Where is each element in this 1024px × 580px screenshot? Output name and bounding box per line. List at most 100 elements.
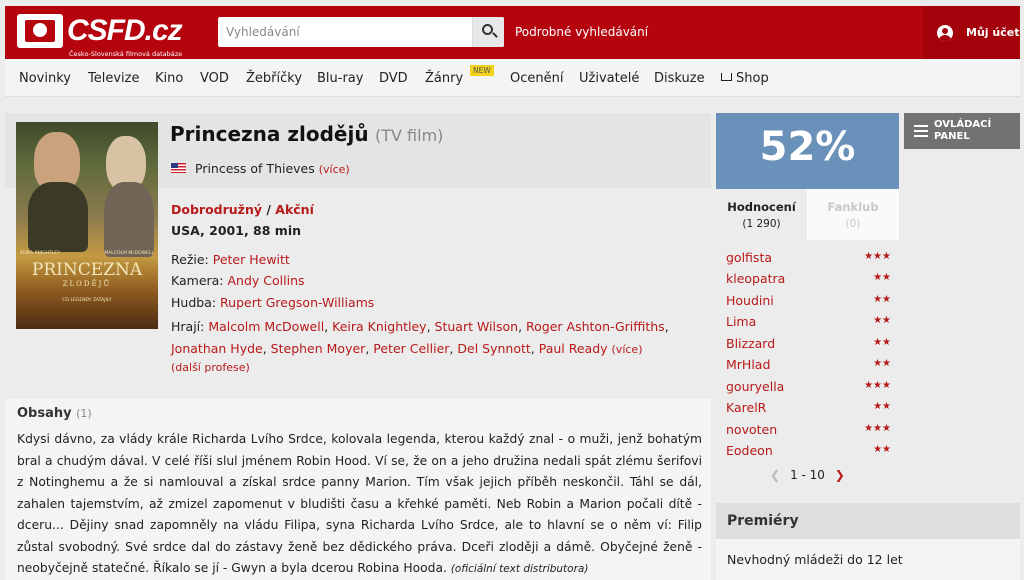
camera-label: Kamera: [171, 273, 224, 288]
rating-user-link[interactable]: Lima [726, 314, 756, 329]
plot-body: Kdysi dávno, za vlády krále Richarda Lví… [17, 432, 702, 575]
camera-link[interactable]: Andy Collins [228, 273, 305, 288]
search-input[interactable] [226, 23, 466, 41]
stars-icon: ★★ [873, 358, 891, 369]
nav-item-shop[interactable]: Shop [721, 71, 769, 86]
nav-item-oceneni[interactable]: Ocenění [510, 71, 563, 86]
chevron-left-icon[interactable]: ❮ [770, 468, 780, 482]
stars-icon: ★★ [873, 337, 891, 348]
music-row: Hudba: Rupert Gregson-Williams [171, 295, 374, 310]
stars-icon: ★★★ [864, 380, 891, 391]
film-poster[interactable]: KEIRA KNIGHTLEY MALCOLM McDOWELL PRINCEZ… [16, 122, 158, 329]
poster-title: PRINCEZNA [31, 260, 143, 280]
cast-link[interactable]: Stephen Moyer [271, 341, 366, 356]
account-button[interactable]: Můj účet [923, 6, 1020, 59]
tab-fanclub[interactable]: Fanklub (0) [807, 189, 899, 240]
advanced-search-link[interactable]: Podrobné vyhledávání [515, 25, 648, 39]
nav-item-dvd[interactable]: DVD [379, 71, 408, 86]
nav-shop-label: Shop [736, 71, 769, 86]
genres: Dobrodružný / Akční [171, 202, 314, 217]
cast-link[interactable]: Paul Ready [539, 341, 608, 356]
rating-user-link[interactable]: golfista [726, 250, 772, 265]
cast-link[interactable]: Keira Knightley [332, 319, 426, 334]
plot-count: (1) [76, 407, 92, 420]
cast-link[interactable]: Roger Ashton-Griffiths [526, 319, 665, 334]
stars-icon: ★★★ [864, 251, 891, 262]
search-box [218, 17, 504, 47]
chevron-right-icon[interactable]: ❯ [835, 468, 845, 482]
stars-icon: ★★ [873, 444, 891, 455]
list-item: Houdini ★★ [726, 293, 891, 313]
cast-row: Hrají: Malcolm McDowell, Keira Knightley… [171, 319, 669, 356]
rating-user-link[interactable]: Eodeon [726, 443, 773, 458]
tab-fanclub-label: Fanklub [827, 200, 879, 214]
ratings-pager: ❮ 1 - 10 ❯ [716, 468, 899, 482]
new-badge: NEW [470, 65, 494, 76]
nav-item-bluray[interactable]: Blu-ray [317, 71, 363, 86]
control-panel-button[interactable]: OVLÁDACÍ PANEL [904, 113, 1020, 149]
music-label: Hudba: [171, 295, 217, 310]
nav-item-diskuze[interactable]: Diskuze [654, 71, 705, 86]
cast-link[interactable]: Del Synnott [457, 341, 530, 356]
premieres-body: Nevhodný mládeži do 12 let [716, 539, 1020, 580]
original-title: Princess of Thieves (více) [195, 161, 350, 176]
rating-user-link[interactable]: Blizzard [726, 336, 775, 351]
stars-icon: ★★ [873, 272, 891, 283]
nav-item-zanry[interactable]: Žánry [425, 71, 463, 86]
camera-row: Kamera: Andy Collins [171, 273, 305, 288]
director-link[interactable]: Peter Hewitt [213, 252, 290, 267]
cast-more-link[interactable]: (více) [612, 343, 643, 356]
rating-user-link[interactable]: KarelR [726, 400, 766, 415]
control-panel-label: OVLÁDACÍ PANEL [934, 119, 992, 142]
nav-item-novinky[interactable]: Novinky [19, 71, 71, 86]
genre-link[interactable]: Akční [275, 202, 314, 217]
list-item: KarelR ★★ [726, 400, 891, 420]
director-row: Režie: Peter Hewitt [171, 252, 290, 267]
rating-user-link[interactable]: novoten [726, 422, 777, 437]
main-nav: Novinky Televize Kino VOD Žebříčky Blu-r… [5, 59, 1020, 97]
user-icon [937, 25, 953, 41]
list-item: novoten ★★★ [726, 422, 891, 442]
tab-ratings[interactable]: Hodnocení (1 290) [716, 189, 807, 240]
user-ratings-list: golfista ★★★ kleopatra ★★ Houdini ★★ Lima ★★… [716, 240, 899, 496]
rating-user-link[interactable]: gouryella [726, 379, 784, 394]
cast-link[interactable]: Malcolm McDowell [208, 319, 324, 334]
cast-link[interactable]: Jonathan Hyde [171, 341, 263, 356]
rating-user-link[interactable]: Houdini [726, 293, 774, 308]
film-origin: USA, 2001, 88 min [171, 223, 302, 238]
film-type: (TV film) [375, 126, 444, 145]
nav-item-kino[interactable]: Kino [155, 71, 183, 86]
nav-item-zebricky[interactable]: Žebříčky [246, 71, 302, 86]
nav-item-vod[interactable]: VOD [200, 71, 229, 86]
plot-heading: Obsahy (1) [17, 406, 92, 421]
list-item: gouryella ★★★ [726, 379, 891, 399]
age-rating-text: Nevhodný mládeži do 12 let [727, 552, 903, 567]
list-item: kleopatra ★★ [726, 271, 891, 291]
page-title: Princezna zlodějů [170, 122, 369, 146]
cast-link[interactable]: Peter Cellier [373, 341, 449, 356]
plot-text: Kdysi dávno, za vlády krále Richarda Lví… [17, 429, 702, 580]
cast-link[interactable]: Stuart Wilson [435, 319, 519, 334]
nav-item-televize[interactable]: Televize [88, 71, 139, 86]
logo-text: CSFD.cz [67, 14, 183, 47]
poster-tagline: CO LEGENDY ZATAJILY [62, 298, 112, 303]
rating-user-link[interactable]: kleopatra [726, 271, 785, 286]
search-button[interactable] [472, 17, 504, 47]
director-label: Režie: [171, 252, 209, 267]
list-item: MrHlad ★★ [726, 357, 891, 377]
original-title-text: Princess of Thieves [195, 161, 315, 176]
film-logo-icon [17, 14, 63, 48]
usa-flag-icon [171, 163, 186, 173]
list-item: Eodeon ★★ [726, 443, 891, 463]
other-professions-link[interactable]: (další profese) [171, 361, 250, 374]
music-link[interactable]: Rupert Gregson-Williams [220, 295, 374, 310]
pager-range: 1 - 10 [790, 468, 825, 482]
plot-heading-label: Obsahy [17, 406, 72, 421]
original-title-more-link[interactable]: (více) [319, 163, 350, 176]
stars-icon: ★★ [873, 315, 891, 326]
genre-link[interactable]: Dobrodružný [171, 202, 262, 217]
nav-item-uzivatele[interactable]: Uživatelé [579, 71, 639, 86]
tab-ratings-count: (1 290) [742, 218, 781, 230]
list-item: Blizzard ★★ [726, 336, 891, 356]
rating-user-link[interactable]: MrHlad [726, 357, 770, 372]
